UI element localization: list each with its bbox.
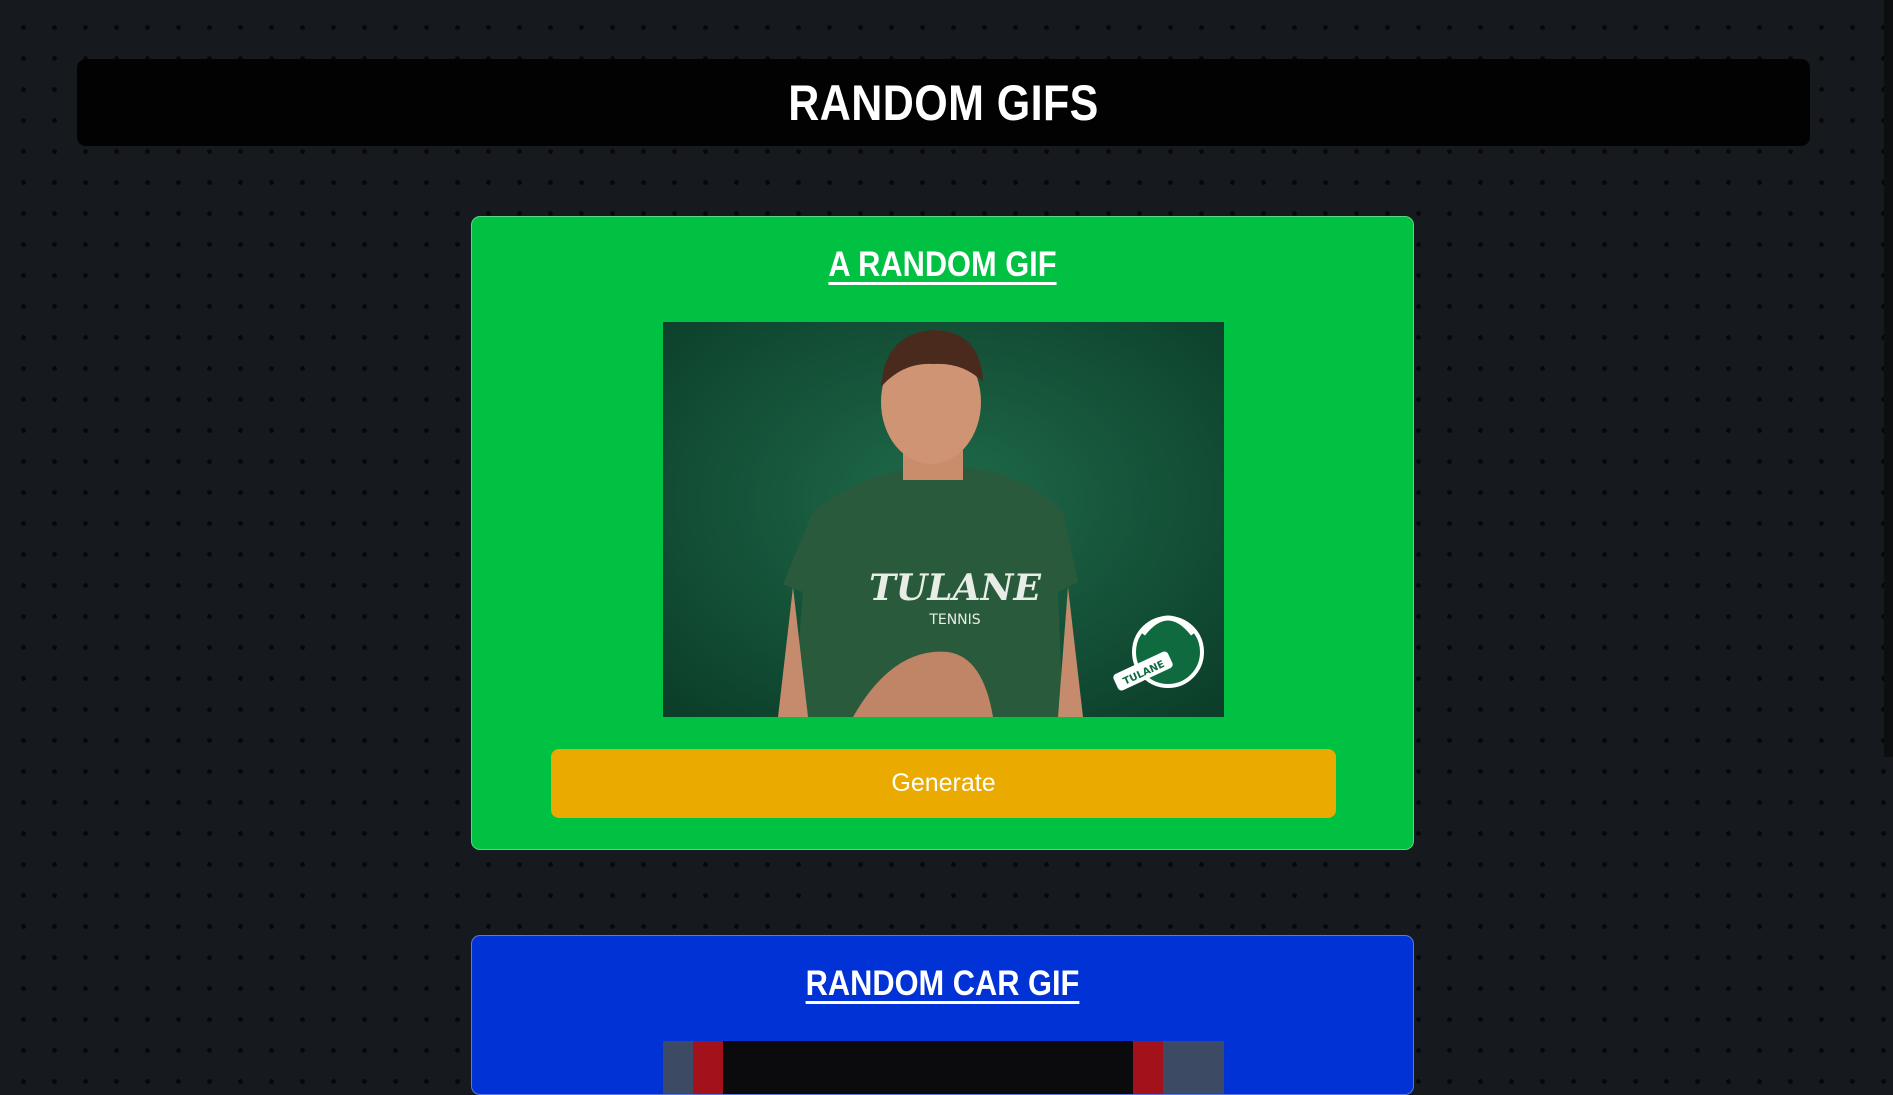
card-title: A RANDOM GIF — [828, 245, 1057, 284]
shirt-text: TULANE — [869, 567, 1041, 609]
gif-image: TULANE TENNIS TULANE — [663, 322, 1224, 717]
page-title: RANDOM GIFS — [788, 74, 1099, 131]
page-header: RANDOM GIFS — [77, 59, 1810, 146]
scrollbar[interactable] — [1884, 0, 1893, 757]
car-gif-image — [663, 1041, 1224, 1094]
random-car-gif-card: RANDOM CAR GIF — [471, 935, 1414, 1095]
generate-button[interactable]: Generate — [551, 749, 1336, 818]
shirt-subtext: TENNIS — [928, 612, 980, 628]
random-gif-card: A RANDOM GIF TULANE TENNIS TULANE Genera… — [471, 216, 1414, 850]
card-title: RANDOM CAR GIF — [805, 964, 1080, 1003]
